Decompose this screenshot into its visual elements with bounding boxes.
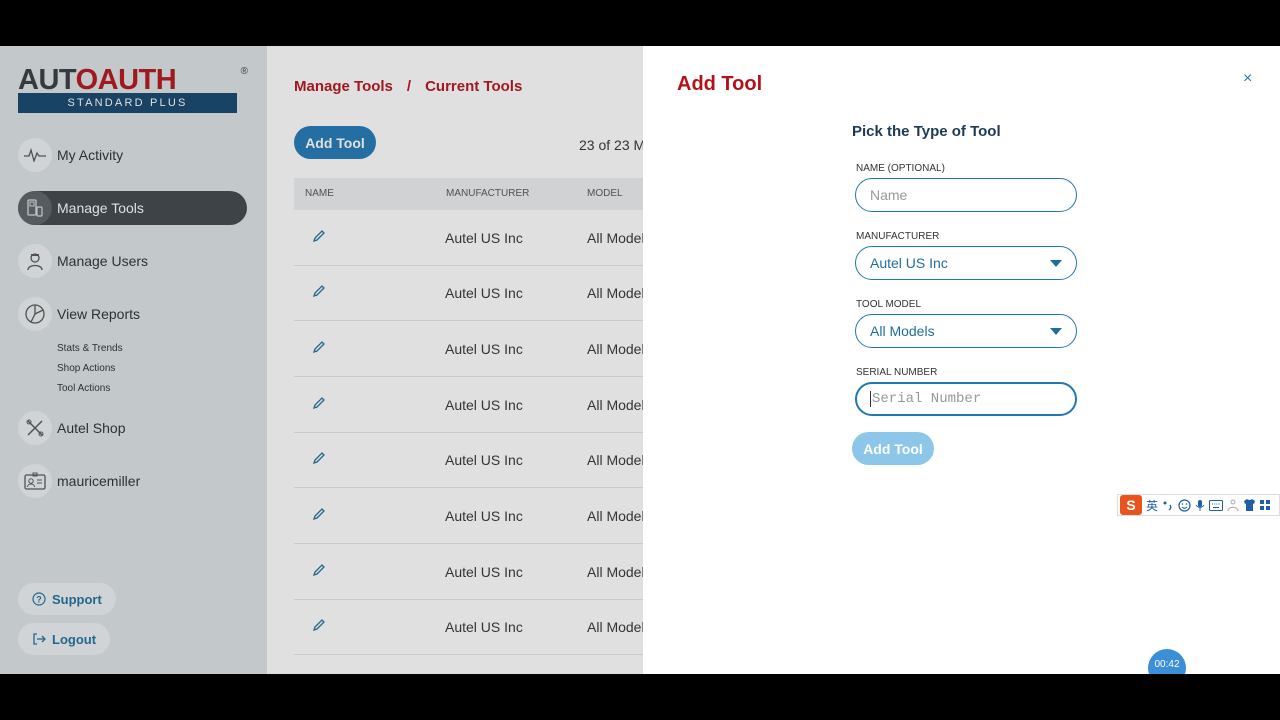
sogou-logo-icon: S (1120, 495, 1142, 515)
recording-timer: 00:42 (1148, 649, 1186, 674)
manufacturer-value: Autel US Inc (870, 255, 948, 271)
close-icon[interactable]: × (1243, 70, 1252, 88)
manufacturer-label: MANUFACTURER (856, 231, 940, 242)
screen-top-bar (0, 0, 1280, 46)
ime-language-toggle[interactable]: 英 (1146, 497, 1158, 514)
tool-model-value: All Models (870, 323, 935, 339)
serial-number-input[interactable]: Serial Number (855, 382, 1077, 416)
name-placeholder: Name (870, 187, 908, 203)
user-accessibility-icon[interactable] (1227, 499, 1239, 512)
punctuation-icon[interactable] (1162, 499, 1174, 511)
serial-number-label: SERIAL NUMBER (856, 367, 938, 378)
tool-model-select[interactable]: All Models (855, 314, 1077, 348)
text-cursor (870, 391, 871, 407)
serial-number-placeholder: Serial Number (872, 391, 982, 407)
screen-bottom-bar (0, 674, 1280, 720)
emoji-icon[interactable] (1178, 498, 1191, 512)
skin-shirt-icon[interactable] (1243, 499, 1256, 511)
name-input[interactable]: Name (855, 178, 1077, 212)
add-tool-drawer: Add Tool × Pick the Type of Tool NAME (O… (643, 46, 1280, 674)
chevron-down-icon (1050, 260, 1062, 267)
manufacturer-select[interactable]: Autel US Inc (855, 246, 1077, 280)
submit-add-tool-button[interactable]: Add Tool (852, 432, 934, 465)
ime-toolbar[interactable]: S 英 (1117, 494, 1280, 516)
tool-model-label: TOOL MODEL (856, 299, 922, 310)
microphone-icon[interactable] (1195, 499, 1205, 512)
modal-backdrop[interactable] (0, 46, 643, 674)
app-window: AUTOAUTH ® STANDARD PLUS My Activity Man… (0, 46, 1280, 674)
name-label: NAME (OPTIONAL) (856, 163, 945, 174)
form-title: Pick the Type of Tool (852, 123, 1001, 140)
chevron-down-icon (1050, 328, 1062, 335)
keyboard-icon[interactable] (1209, 499, 1224, 511)
drawer-title: Add Tool (677, 73, 763, 95)
toolbox-grid-icon[interactable] (1260, 500, 1271, 510)
